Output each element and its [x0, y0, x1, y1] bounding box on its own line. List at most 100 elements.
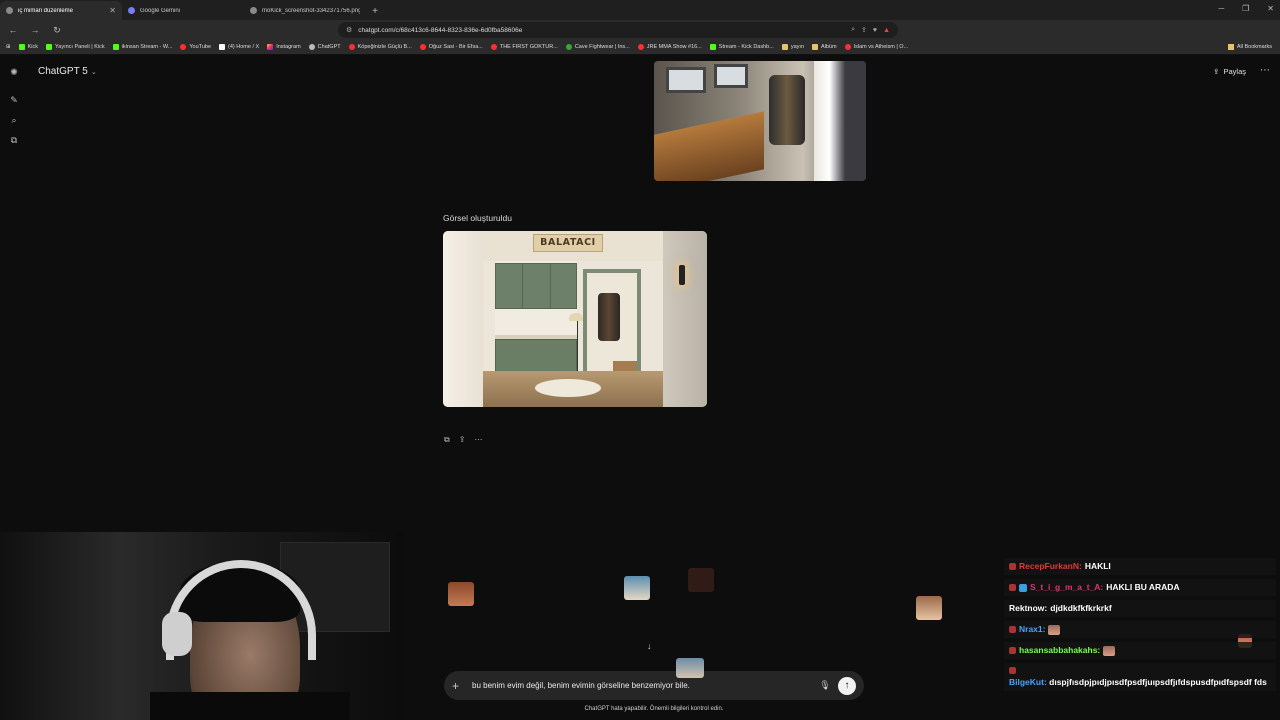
kick-icon: [112, 44, 119, 50]
youtube-icon: [180, 44, 187, 50]
back-icon[interactable]: ←: [6, 25, 20, 35]
tab-active[interactable]: iç mimari düzenleme ✕: [0, 1, 122, 20]
close-window-icon[interactable]: ✕: [1267, 4, 1274, 13]
bookmark-item[interactable]: Oğuz Sasi - Bir Efsa...: [419, 44, 483, 50]
share-icon[interactable]: ⇪: [459, 435, 466, 445]
openai-logo-icon[interactable]: ✺: [8, 66, 20, 78]
youtube-icon: [348, 44, 355, 50]
disclaimer: ChatGPT hata yapabilir. Önemli bilgileri…: [584, 706, 724, 712]
photo-door: [814, 61, 866, 181]
search-icon[interactable]: ⌕: [8, 114, 20, 126]
minimize-icon[interactable]: ─: [1218, 4, 1224, 13]
floating-emote: [676, 658, 704, 678]
scroll-down-icon[interactable]: ↓: [647, 641, 652, 651]
bookmark-item[interactable]: YouTube: [180, 44, 211, 50]
bookmark-item[interactable]: Stream - Kick Dashb...: [709, 44, 774, 50]
zoom-icon[interactable]: ⌕: [851, 26, 855, 34]
bookmark-item[interactable]: Instagram: [267, 44, 301, 50]
share-page-icon[interactable]: ⇪: [861, 26, 867, 34]
chat-text: djdkdkfkfkrkrkf: [1050, 603, 1112, 613]
window-controls: ─ ❐ ✕: [1218, 4, 1274, 13]
forward-icon[interactable]: →: [28, 25, 42, 35]
render-rug: [535, 379, 601, 397]
uploaded-room-photo[interactable]: [654, 61, 866, 181]
chatgpt-app: ✺ ✎ ⌕ ⧉ ChatGPT 5 ⌄ ⇪ Paylaş ⋯ Görsel ol…: [0, 56, 1280, 720]
cave-icon: [565, 44, 572, 50]
tab-label: moKick_screenshot-3342371756.png: [262, 7, 360, 14]
model-selector[interactable]: ChatGPT 5 ⌄: [38, 66, 97, 77]
plus-icon[interactable]: +: [452, 679, 466, 693]
bookmark-item[interactable]: Albüm: [811, 44, 837, 50]
render-sconce: [679, 265, 685, 285]
bookmark-item[interactable]: Köpeğinizle Güçlü B...: [348, 44, 412, 50]
kick-icon: [709, 44, 716, 50]
badge-icon: [1009, 563, 1016, 570]
chat-username: Rektnow:: [1009, 603, 1048, 613]
bookmark-item[interactable]: Kick: [18, 44, 38, 50]
send-button[interactable]: ↑: [838, 676, 856, 695]
bookmark-item[interactable]: Cave Fightwear | Ins...: [565, 44, 630, 50]
more-options-icon[interactable]: ⋯: [1260, 65, 1270, 76]
site-info-icon[interactable]: ⚙: [346, 26, 352, 34]
heart-icon[interactable]: ♥: [873, 27, 877, 34]
url-text[interactable]: chatgpt.com/c/68c413c6-8644-8323-836e-6d…: [358, 27, 845, 34]
bookmark-item[interactable]: ikinsan Stream - W...: [112, 44, 172, 50]
bookmarks-bar: ⊞ Kick Yayıncı Paneli | Kick ikinsan Str…: [0, 40, 1280, 55]
gemini-favicon-icon: [128, 7, 135, 14]
reload-icon[interactable]: ↻: [50, 25, 64, 36]
folder-icon: [811, 44, 818, 50]
chat-message: BilgeKut: dısрjfısdpjpıdjpısdfpsdfjuıpsd…: [1004, 663, 1276, 691]
folder-icon: [781, 44, 788, 50]
all-bookmarks[interactable]: All Bookmarks: [1227, 44, 1272, 50]
bookmark-item[interactable]: THE FIRST GOKTUR...: [490, 44, 558, 50]
generated-image[interactable]: BALATACI: [443, 231, 707, 407]
more-icon[interactable]: ⋯: [474, 435, 482, 445]
chevron-down-icon: ⌄: [90, 68, 97, 76]
bookmark-item[interactable]: yayın: [781, 44, 804, 50]
headset-earcup: [162, 612, 192, 656]
badge-icon: [1019, 583, 1027, 592]
streamer-shirt: [150, 692, 350, 720]
microphone-icon[interactable]: 🎙: [818, 680, 832, 691]
chat-text: HAKLI BU ARADA: [1106, 582, 1180, 592]
bookmark-item[interactable]: ChatGPT: [308, 44, 341, 50]
chat-message: Rektnow: djdkdkfkfkrkrkf: [1004, 600, 1276, 617]
bookmark-item[interactable]: Yayıncı Paneli | Kick: [46, 44, 105, 50]
bookmark-item[interactable]: Islam vs Atheism | O...: [844, 44, 908, 50]
globe-favicon-icon: [250, 7, 257, 14]
share-button[interactable]: ⇪ Paylaş: [1213, 67, 1246, 76]
tab-label: iç mimari düzenleme: [18, 7, 74, 14]
photo-window: [714, 64, 748, 88]
badge-icon: [1009, 584, 1016, 591]
image-caption: Görsel oluşturuldu: [443, 213, 512, 223]
chat-username: Nrax1:: [1019, 624, 1046, 634]
apps-grid-icon[interactable]: ⊞: [6, 44, 11, 50]
restore-icon[interactable]: ❐: [1242, 4, 1249, 13]
webcam-overlay: [0, 532, 404, 720]
render-wall-left: [443, 231, 483, 407]
new-chat-icon[interactable]: ✎: [8, 94, 20, 106]
render-coat: [598, 293, 620, 341]
chat-emote-icon: [1103, 645, 1116, 656]
folder-icon: [1227, 44, 1234, 50]
generated-sign: BALATACI: [533, 234, 603, 252]
chat-username: BilgeKut:: [1009, 677, 1047, 687]
library-icon[interactable]: ⧉: [8, 134, 20, 146]
photo-window: [666, 67, 706, 93]
floating-emote: [688, 568, 714, 592]
bookmark-item[interactable]: JRE MMA Show #16...: [637, 44, 702, 50]
floating-emote: [624, 576, 650, 600]
tab-bar: iç mimari düzenleme ✕ Google Gemini moKi…: [0, 0, 1280, 20]
tab-gemini[interactable]: Google Gemini: [122, 1, 244, 20]
warning-icon[interactable]: ▲: [883, 27, 890, 34]
youtube-icon: [490, 44, 497, 50]
youtube-icon: [637, 44, 644, 50]
badge-icon: [1009, 667, 1016, 674]
copy-icon[interactable]: ⧉: [444, 435, 450, 445]
bookmark-item[interactable]: (4) Home / X: [219, 44, 259, 50]
new-tab-button[interactable]: +: [366, 6, 384, 17]
url-box[interactable]: ⚙ chatgpt.com/c/68c413c6-8644-8323-836e-…: [338, 22, 898, 38]
prompt-input[interactable]: [472, 681, 818, 690]
tab-screenshot[interactable]: moKick_screenshot-3342371756.png: [244, 1, 366, 20]
tab-close-icon[interactable]: ✕: [109, 6, 116, 15]
